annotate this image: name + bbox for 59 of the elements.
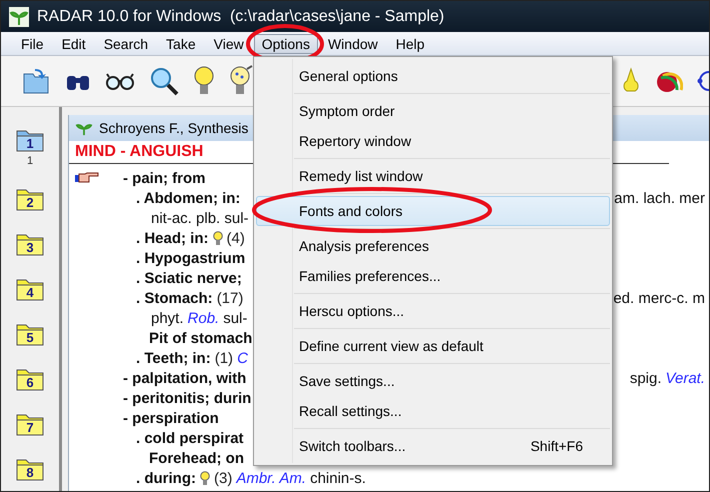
rubric-text[interactable]: . cold perspirat — [136, 430, 244, 446]
rubric-text[interactable]: - peritonitis; durin — [123, 390, 252, 406]
rubric-text[interactable]: . Sciatic nerve; — [136, 270, 242, 286]
menu-option[interactable]: Fonts and colors — [256, 196, 610, 226]
menu-item[interactable]: File — [13, 34, 52, 54]
rubric-text[interactable]: . Teeth; in: — [136, 350, 211, 366]
menu-item[interactable]: View — [206, 34, 252, 54]
rubric-text[interactable]: . during: — [136, 470, 196, 486]
menu-item[interactable]: Take — [158, 34, 204, 54]
folder-caption: 1 — [26, 155, 34, 167]
remedy-abbreviation[interactable]: chinin-s. — [310, 470, 366, 486]
remedy-abbreviation[interactable]: ed. merc-c. m — [613, 290, 705, 306]
menu-item[interactable]: Help — [388, 34, 433, 54]
menu-option[interactable]: Remedy list window — [256, 161, 610, 191]
remedy-abbreviation[interactable]: Verat. — [666, 370, 705, 386]
rubric-text[interactable]: . Head; in: — [136, 230, 209, 246]
menu-item[interactable]: Window — [320, 34, 386, 54]
window-title: RADAR 10.0 for Windows (c:\radar\cases\jane - Sample) — [37, 8, 444, 26]
document-title: Schroyens F., Synthesis — [99, 120, 248, 136]
remedy-abbreviation[interactable]: spig. — [630, 370, 662, 386]
lightbulb-icon[interactable] — [229, 65, 255, 97]
remedy-count: (4) — [226, 230, 245, 246]
remedy-abbreviation[interactable]: am. lach. mer — [614, 190, 705, 206]
rubric-text[interactable]: Forehead; on — [149, 450, 244, 466]
lightbulb-icon — [212, 230, 223, 246]
remedy-abbreviation[interactable]: nit-ac. plb. sul- — [151, 210, 249, 226]
glasses-icon[interactable] — [105, 71, 135, 91]
rubric-text[interactable]: - pain; from — [123, 170, 206, 186]
menu-option[interactable]: Define current view as default — [256, 331, 610, 361]
remedy-abbreviation[interactable]: Ambr. Am. — [236, 470, 306, 486]
menu-option[interactable]: Analysis preferences — [256, 231, 610, 261]
rubric-text[interactable]: - perspiration — [123, 410, 219, 426]
menu-option[interactable]: Recall settings... — [256, 396, 610, 426]
shortcut-text: Shift+F6 — [530, 438, 583, 454]
rubric-text[interactable]: . Abdomen; in: — [136, 190, 240, 206]
lightbulb-icon — [200, 470, 210, 486]
open-folder-icon[interactable] — [21, 66, 51, 96]
menu-option[interactable]: Herscu options... — [256, 296, 610, 326]
rubric-text[interactable]: Pit of stomach — [149, 330, 252, 346]
remedy-count: (3) — [214, 470, 232, 486]
rubric-text[interactable]: . Hypogastrium — [136, 250, 246, 266]
remedy-abbreviation[interactable]: sul- — [223, 310, 248, 326]
remedy-count: (1) — [214, 350, 234, 366]
remedy-abbreviation[interactable]: C — [237, 350, 248, 366]
menu-item[interactable]: Search — [96, 34, 156, 54]
menu-option[interactable]: Symptom order — [256, 96, 610, 126]
rubric-text[interactable]: - palpitation, with — [123, 370, 246, 386]
menu-option[interactable]: Save settings... — [256, 366, 610, 396]
menu-item[interactable]: Options — [254, 34, 318, 54]
menu-item[interactable]: Edit — [54, 34, 94, 54]
search-icon[interactable] — [149, 66, 179, 96]
lightbulb-icon[interactable] — [193, 65, 215, 97]
rubric-text[interactable]: . Stomach: — [136, 290, 213, 306]
menu-option[interactable]: Switch toolbars... Shift+F6 — [256, 431, 610, 461]
menu-option[interactable]: Families preferences... — [256, 261, 610, 291]
app-logo-icon — [9, 6, 29, 26]
remedy-count: (17) — [216, 290, 244, 306]
remedy-abbreviation[interactable]: Rob. — [188, 310, 220, 326]
remedy-abbreviation[interactable]: phyt. — [151, 310, 184, 326]
